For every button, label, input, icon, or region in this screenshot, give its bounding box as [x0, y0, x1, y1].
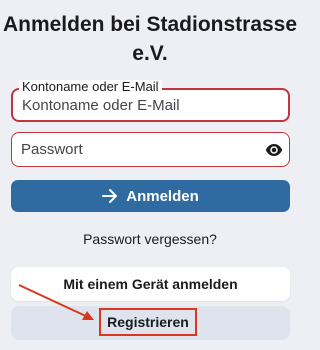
login-button-label: Anmelden — [126, 187, 199, 205]
eye-icon[interactable] — [265, 141, 283, 159]
arrow-right-icon — [102, 189, 118, 203]
register-button[interactable]: Registrieren — [99, 308, 197, 336]
username-field[interactable]: Kontoname oder E-Mail — [11, 80, 290, 122]
device-login-button[interactable]: Mit einem Gerät anmelden — [11, 267, 290, 301]
username-input[interactable] — [22, 90, 242, 120]
page-title: Anmelden bei Stadionstrasse e.V. — [2, 13, 298, 65]
password-field[interactable] — [11, 132, 290, 167]
login-button[interactable]: Anmelden — [11, 180, 290, 212]
password-input[interactable] — [21, 133, 241, 166]
forgot-password-link[interactable]: Passwort vergessen? — [0, 231, 300, 247]
